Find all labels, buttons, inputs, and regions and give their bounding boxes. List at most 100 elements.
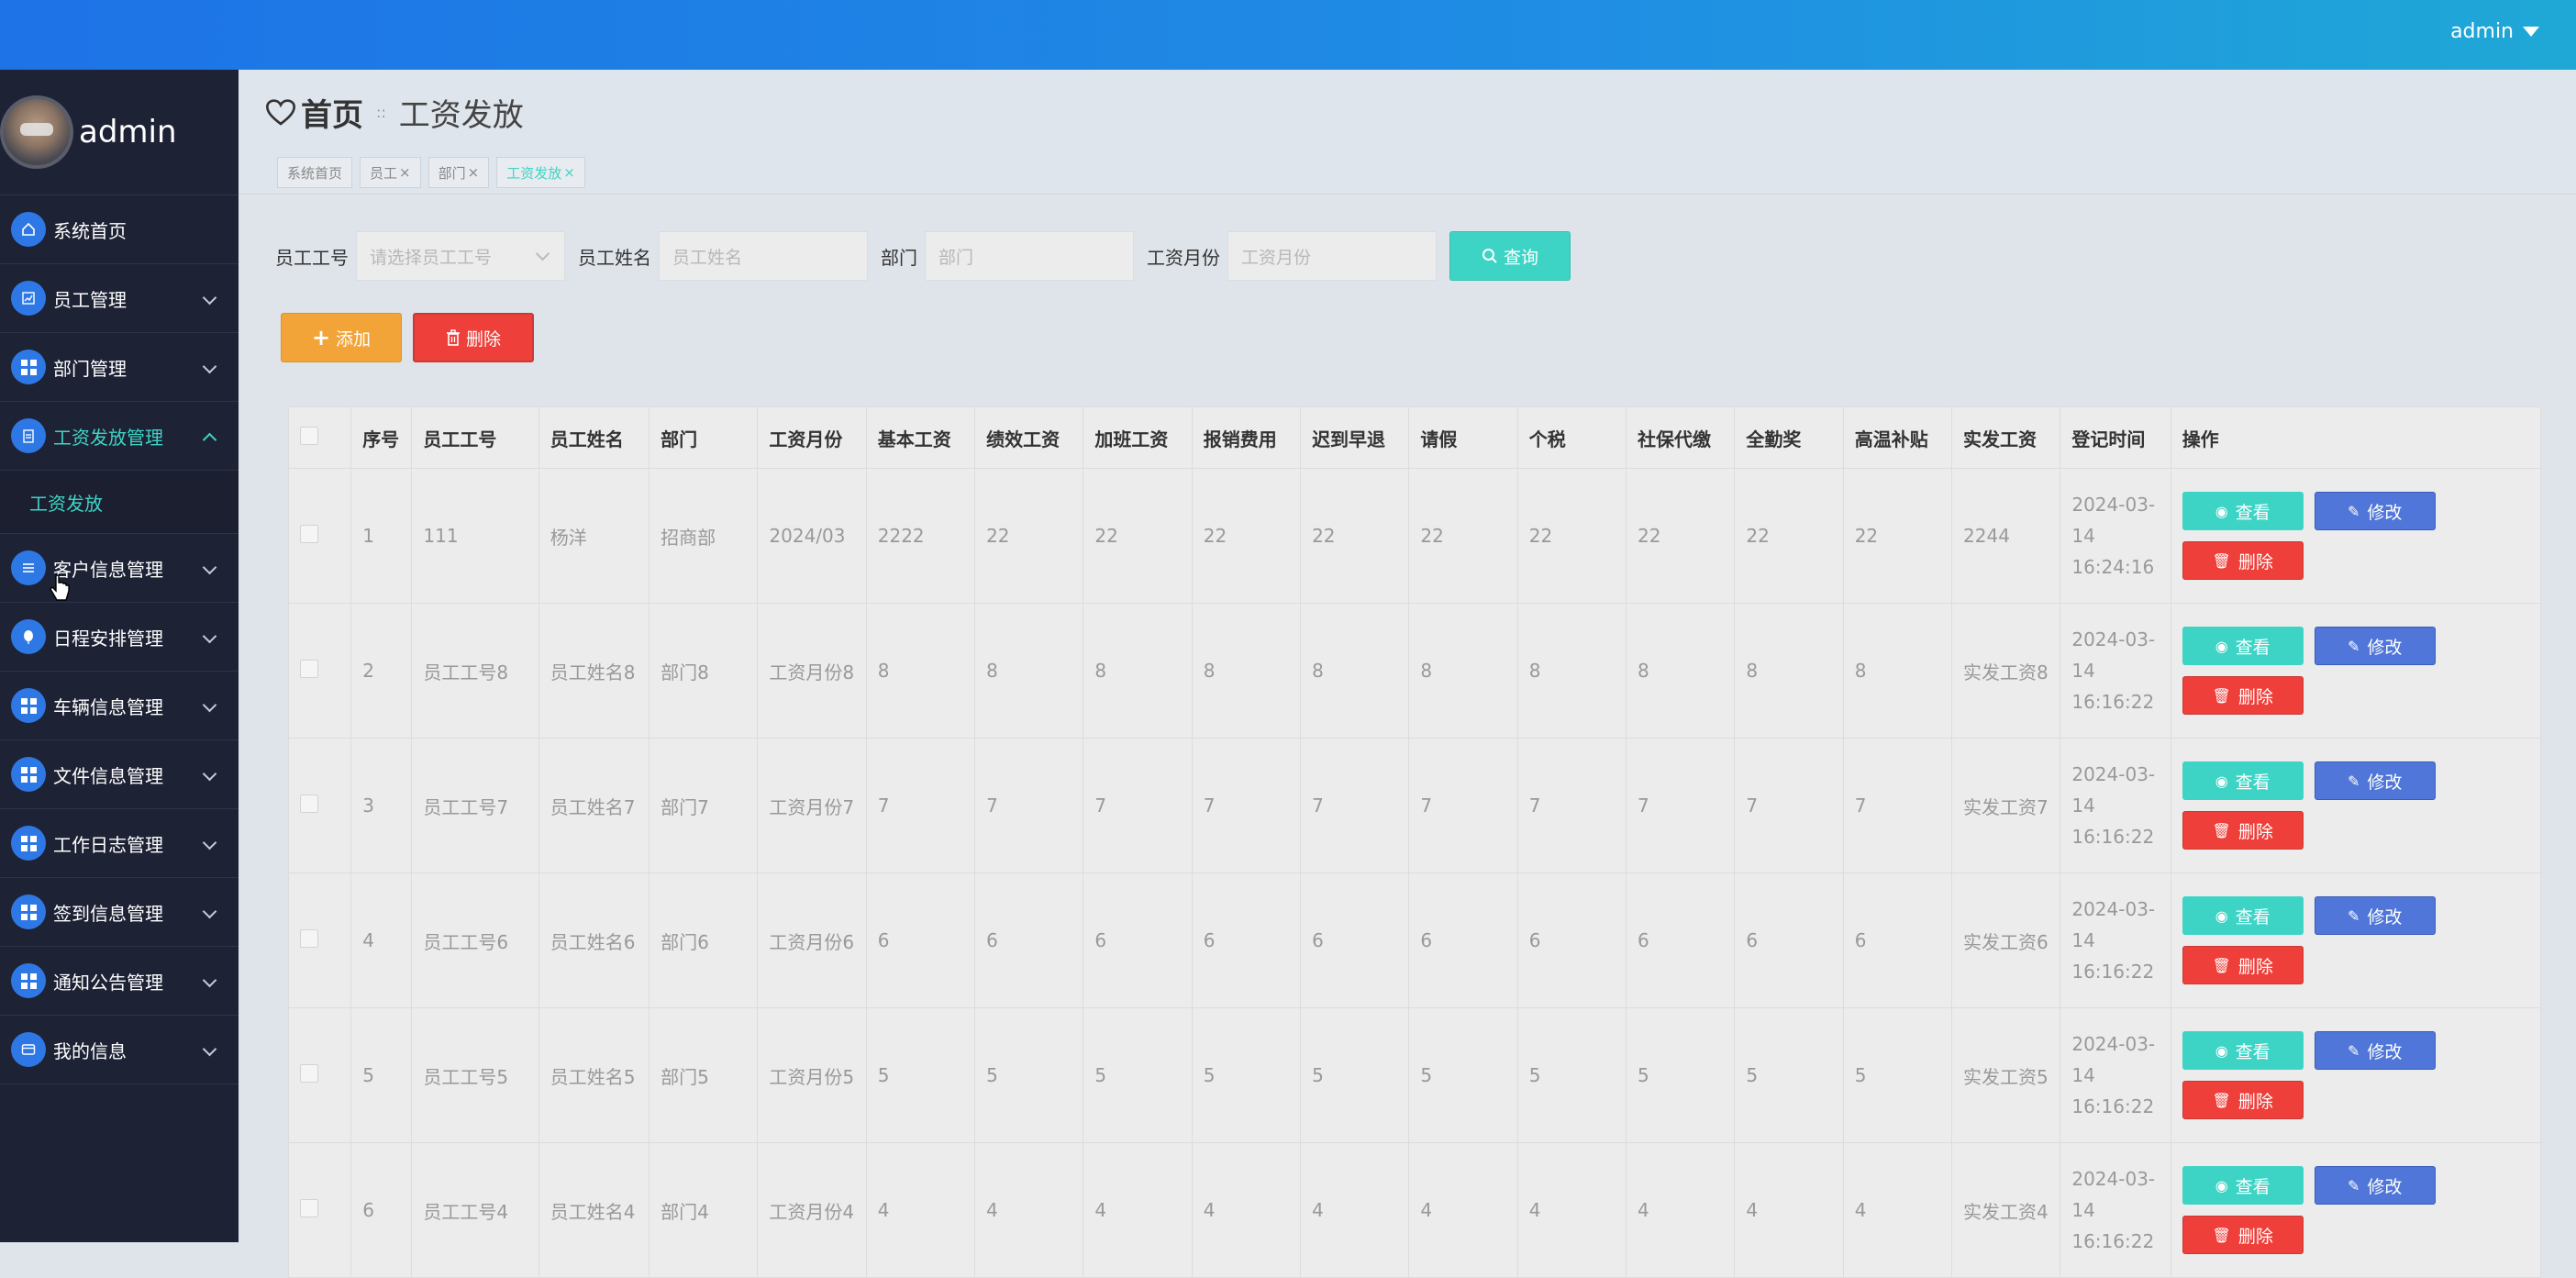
column-header: 社保代缴: [1626, 406, 1736, 469]
close-icon[interactable]: ×: [563, 164, 575, 181]
edit-button[interactable]: ✎ 修改: [2314, 896, 2436, 935]
sidebar-item-1[interactable]: 员工管理: [0, 264, 239, 333]
table-cell: 7: [1842, 738, 1953, 873]
table-cell: 1: [350, 468, 413, 604]
column-header: 绩效工资: [974, 406, 1084, 469]
edit-button[interactable]: ✎ 修改: [2314, 627, 2436, 665]
delete-button[interactable]: 🗑 删除: [2182, 811, 2304, 850]
row-checkbox[interactable]: [300, 1198, 318, 1217]
table-cell: 工资月份6: [757, 872, 867, 1008]
emp-no-select[interactable]: 请选择员工工号: [356, 231, 565, 281]
column-header: 加班工资: [1083, 406, 1193, 469]
user-menu[interactable]: admin: [2450, 20, 2539, 43]
column-header: 实发工资: [1951, 406, 2061, 469]
sidebar-item-9[interactable]: 签到信息管理: [0, 878, 239, 947]
grid-icon: [11, 350, 46, 384]
edit-button[interactable]: ✎ 修改: [2314, 1166, 2436, 1205]
delete-label: 删除: [2237, 821, 2273, 842]
sidebar-item-5[interactable]: 日程安排管理: [0, 603, 239, 672]
submenu-item-salary[interactable]: 工资发放: [0, 471, 239, 534]
sidebar-item-7[interactable]: 文件信息管理: [0, 740, 239, 809]
table-cell: 2024-03-14 16:16:22: [2060, 872, 2171, 1008]
table-cell: 22: [1734, 468, 1844, 604]
table-cell: 22: [1191, 468, 1302, 604]
table-cell: 实发工资8: [1951, 603, 2061, 739]
trash-icon: [446, 329, 460, 346]
batch-delete-button[interactable]: 删除: [413, 313, 534, 362]
table-cell: 5: [1734, 1007, 1844, 1143]
view-label: 查看: [2235, 1041, 2271, 1062]
column-header: 报销费用: [1191, 406, 1302, 469]
eye-icon: ◉: [2215, 502, 2228, 520]
delete-button[interactable]: 🗑 删除: [2182, 946, 2304, 984]
table-cell: 111: [411, 468, 539, 604]
sidebar-item-label: 日程安排管理: [53, 627, 163, 650]
row-checkbox[interactable]: [300, 1063, 318, 1083]
view-button[interactable]: ◉ 查看: [2182, 896, 2304, 935]
caret-down-icon[interactable]: [2523, 27, 2539, 37]
table-cell: 4: [1626, 1142, 1736, 1278]
row-checkbox[interactable]: [300, 524, 318, 543]
table-cell: 8: [1300, 603, 1410, 739]
close-icon[interactable]: ×: [468, 164, 480, 181]
select-all-checkbox[interactable]: [300, 426, 318, 445]
breadcrumb-home[interactable]: 首页: [301, 90, 363, 135]
edit-button[interactable]: ✎ 修改: [2314, 492, 2436, 530]
tag-1[interactable]: 员工 ×: [360, 157, 421, 188]
emp-name-input[interactable]: 员工姓名: [659, 231, 868, 281]
sidebar-item-8[interactable]: 工作日志管理: [0, 809, 239, 878]
table-cell: 2024-03-14 16:16:22: [2060, 603, 2171, 739]
sidebar-item-10[interactable]: 通知公告管理: [0, 947, 239, 1016]
sidebar-item-4[interactable]: 客户信息管理: [0, 534, 239, 603]
table-cell: 2024-03-14 16:24:16: [2060, 468, 2171, 604]
trash-icon: 🗑: [2212, 956, 2231, 974]
table-row: 1 111 杨洋 招商部 2024/03 2222 22 22 22 22 22 22 22 22 22 22…: [287, 468, 2542, 604]
sidebar-item-0[interactable]: 系统首页: [0, 195, 239, 264]
delete-button[interactable]: 🗑 删除: [2182, 541, 2304, 580]
table-cell: 员工工号4: [411, 1142, 539, 1278]
view-button[interactable]: ◉ 查看: [2182, 627, 2304, 665]
view-button[interactable]: ◉ 查看: [2182, 1031, 2304, 1070]
user-name[interactable]: admin: [2450, 20, 2514, 43]
tag-3[interactable]: 工资发放 ×: [496, 157, 585, 188]
pencil-icon: ✎: [2347, 1041, 2360, 1060]
tag-2[interactable]: 部门 ×: [427, 157, 490, 188]
close-icon[interactable]: ×: [399, 164, 411, 181]
table-cell: 部门8: [649, 603, 759, 739]
delete-button[interactable]: 🗑 删除: [2182, 1216, 2304, 1254]
table-cell: 实发工资4: [1951, 1142, 2061, 1278]
top-bar: admin: [0, 0, 2576, 70]
row-checkbox[interactable]: [300, 794, 318, 813]
month-input[interactable]: 工资月份: [1227, 231, 1437, 281]
plus-icon: +: [311, 325, 331, 350]
delete-button[interactable]: 🗑 删除: [2182, 1081, 2304, 1119]
add-button[interactable]: + 添加: [281, 313, 402, 362]
view-button[interactable]: ◉ 查看: [2182, 761, 2304, 800]
table-cell: 5: [1408, 1007, 1518, 1143]
tag-label: 系统首页: [287, 164, 343, 182]
sidebar-item-3[interactable]: 工资发放管理: [0, 402, 239, 471]
sidebar-item-2[interactable]: 部门管理: [0, 333, 239, 402]
tag-0[interactable]: 系统首页: [277, 157, 353, 188]
grid-icon: [11, 757, 46, 792]
trash-icon: 🗑: [2212, 551, 2231, 570]
dept-input[interactable]: 部门: [925, 231, 1134, 281]
column-header: 全勤奖: [1734, 406, 1844, 469]
edit-button[interactable]: ✎ 修改: [2314, 761, 2436, 800]
sidebar-item-label: 车辆信息管理: [53, 695, 163, 718]
table-cell: 工资月份8: [757, 603, 867, 739]
sidebar-item-11[interactable]: 我的信息: [0, 1016, 239, 1084]
breadcrumb: 首页 :: 工资发放: [266, 90, 524, 135]
table-cell: 员工姓名6: [538, 872, 650, 1008]
eye-icon: ◉: [2215, 637, 2228, 655]
row-checkbox[interactable]: [300, 928, 318, 948]
view-button[interactable]: ◉ 查看: [2182, 1166, 2304, 1205]
query-button[interactable]: 查询: [1449, 231, 1571, 281]
view-button[interactable]: ◉ 查看: [2182, 492, 2304, 530]
sidebar-item-6[interactable]: 车辆信息管理: [0, 672, 239, 740]
delete-button[interactable]: 🗑 删除: [2182, 676, 2304, 715]
table-cell: 5: [1191, 1007, 1302, 1143]
row-checkbox[interactable]: [300, 659, 318, 678]
edit-button[interactable]: ✎ 修改: [2314, 1031, 2436, 1070]
table-cell: 员工工号5: [411, 1007, 539, 1143]
